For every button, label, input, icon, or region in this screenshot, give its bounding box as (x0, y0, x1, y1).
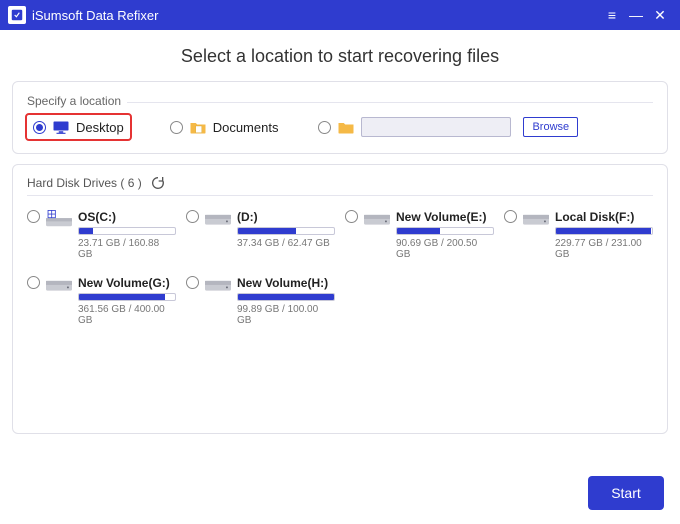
usage-bar (237, 227, 335, 235)
divider (27, 195, 653, 196)
monitor-icon (52, 119, 70, 135)
radio-icon (27, 210, 40, 223)
menu-icon[interactable]: ≡ (600, 3, 624, 27)
location-panel: Specify a location Desktop Documents (12, 81, 668, 154)
drive-size: 99.89 GB / 100.00 GB (237, 304, 335, 326)
drive-option[interactable]: OS(C:) 23.71 GB / 160.88 GB (27, 210, 176, 260)
usage-bar (237, 293, 335, 301)
radio-icon (186, 210, 199, 223)
drive-size: 37.34 GB / 62.47 GB (237, 238, 335, 249)
radio-icon (504, 210, 517, 223)
drive-icon (205, 276, 231, 294)
usage-bar (78, 227, 176, 235)
usage-bar (396, 227, 494, 235)
drive-size: 361.56 GB / 400.00 GB (78, 304, 176, 326)
drive-icon (523, 210, 549, 228)
drive-name: New Volume(G:) (78, 276, 176, 290)
drive-option[interactable]: New Volume(G:) 361.56 GB / 400.00 GB (27, 276, 176, 326)
radio-selected-icon (33, 121, 46, 134)
desktop-label: Desktop (76, 120, 124, 135)
drives-title: Hard Disk Drives ( 6 ) (27, 176, 142, 190)
radio-icon (318, 121, 331, 134)
usage-bar (555, 227, 653, 235)
drives-panel: Hard Disk Drives ( 6 ) OS(C:) 23.71 GB / … (12, 164, 668, 434)
drive-name: (D:) (237, 210, 335, 224)
page-title: Select a location to start recovering fi… (12, 46, 668, 67)
drive-option[interactable]: New Volume(E:) 90.69 GB / 200.50 GB (345, 210, 494, 260)
browse-button[interactable]: Browse (523, 117, 578, 137)
drive-icon (205, 210, 231, 228)
radio-icon (170, 121, 183, 134)
drive-size: 229.77 GB / 231.00 GB (555, 238, 653, 260)
radio-icon (27, 276, 40, 289)
app-logo-icon (8, 6, 26, 24)
location-option-desktop[interactable]: Desktop (27, 115, 130, 139)
drive-name: Local Disk(F:) (555, 210, 653, 224)
titlebar: iSumsoft Data Refixer ≡ — ✕ (0, 0, 680, 30)
drive-name: New Volume(E:) (396, 210, 494, 224)
usage-bar (78, 293, 176, 301)
app-title: iSumsoft Data Refixer (32, 8, 158, 23)
drive-option[interactable]: Local Disk(F:) 229.77 GB / 231.00 GB (504, 210, 653, 260)
drive-size: 23.71 GB / 160.88 GB (78, 238, 176, 260)
drive-option[interactable]: New Volume(H:) 99.89 GB / 100.00 GB (186, 276, 335, 326)
drive-size: 90.69 GB / 200.50 GB (396, 238, 494, 260)
location-option-custom[interactable]: Browse (318, 117, 578, 137)
location-option-documents[interactable]: Documents (170, 119, 279, 135)
drive-name: OS(C:) (78, 210, 176, 224)
refresh-icon[interactable] (150, 175, 166, 191)
start-button[interactable]: Start (588, 476, 664, 510)
location-panel-title: Specify a location (27, 94, 127, 108)
folder-documents-icon (189, 119, 207, 135)
minimize-icon[interactable]: — (624, 3, 648, 27)
drive-name: New Volume(H:) (237, 276, 335, 290)
folder-icon (337, 119, 355, 135)
drive-icon (46, 276, 72, 294)
drive-icon (364, 210, 390, 228)
radio-icon (345, 210, 358, 223)
drive-icon (46, 210, 72, 228)
radio-icon (186, 276, 199, 289)
documents-label: Documents (213, 120, 279, 135)
path-input[interactable] (361, 117, 511, 137)
close-icon[interactable]: ✕ (648, 3, 672, 27)
drive-option[interactable]: (D:) 37.34 GB / 62.47 GB (186, 210, 335, 260)
